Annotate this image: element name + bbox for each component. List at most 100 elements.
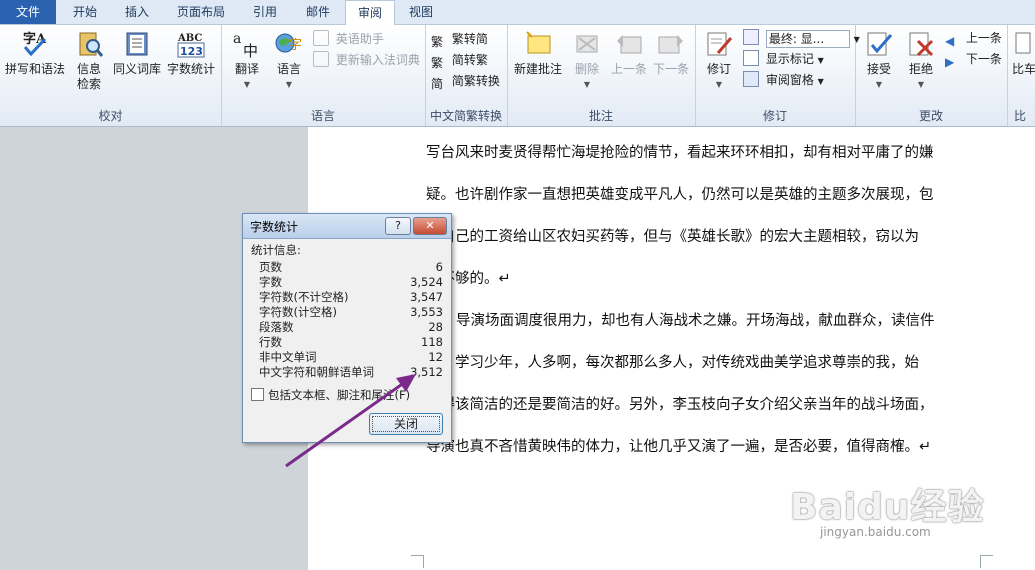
document-line: 导演也真不吝惜黄映伟的体力，让他几乎又演了一遍，是否必要，值得商榷。↵ (426, 439, 932, 455)
stat-value: 3,524 (410, 275, 443, 289)
dialog-title: 字数统计 (250, 220, 299, 234)
tab-file[interactable]: 文件 (0, 0, 56, 24)
group-label-language: 语言 (310, 109, 335, 123)
tab-mailings[interactable]: 邮件 (294, 0, 342, 24)
page-corner-mark (980, 555, 993, 568)
reject-button[interactable]: 拒绝 ▼ (901, 29, 941, 92)
word-count-button[interactable]: ABC 123 字数统计 (164, 29, 218, 77)
s2t-icon: 繁 (431, 56, 444, 70)
word-count-abc-icon: ABC 123 (177, 33, 205, 58)
thesaurus-button[interactable]: 同义词库 (110, 29, 164, 77)
help-button[interactable]: ? (385, 217, 411, 235)
spelling-check-icon: 字A (23, 31, 47, 57)
svg-text:a: a (233, 31, 241, 47)
t2s-icon: 繁 (431, 35, 444, 49)
dialog-title-bar[interactable]: 字数统计 ? ✕ (243, 214, 451, 239)
document-line: 用自己的工资给山区农妇买药等，但与《英雄长歌》的宏大主题相较，窃以为 (426, 229, 919, 245)
english-assistant-icon (313, 30, 329, 46)
new-comment-icon (526, 31, 551, 54)
group-label-compare: 比 (1014, 109, 1027, 123)
group-proofing: 字A 拼写和语法 信息 检索 同义词库 ABC 123 字数统计 校对 (0, 25, 222, 126)
english-assistant-button[interactable]: 英语助手 (313, 29, 384, 49)
ribbon: 字A 拼写和语法 信息 检索 同义词库 ABC 123 字数统计 校对 a 中 … (0, 25, 1035, 127)
reviewing-pane-icon (743, 71, 759, 87)
traditional-to-simplified-button[interactable]: 繁 繁转简 (431, 29, 488, 49)
tab-view[interactable]: 视图 (398, 0, 444, 24)
tab-home[interactable]: 开始 (60, 0, 110, 24)
group-comments: 新建批注 删除 ▼ 上一条 下一条 批注 (507, 25, 696, 126)
chinese-conversion-button[interactable]: 简 简繁转换 (431, 71, 500, 91)
stat-value: 3,512 (410, 365, 443, 379)
svg-text:ABC: ABC (177, 33, 202, 44)
svg-text:字: 字 (289, 38, 302, 53)
tab-page-layout[interactable]: 页面布局 (166, 0, 236, 24)
dropdown-arrow-icon: ▼ (715, 80, 723, 89)
close-button[interactable]: 关闭 (369, 413, 443, 435)
stat-label: 字数 (259, 275, 282, 289)
group-label-comments: 批注 (588, 109, 613, 123)
next-change-icon: ▶ (945, 55, 955, 69)
stat-label: 中文字符和朝鲜语单词 (259, 365, 374, 379)
update-dictionary-icon (313, 51, 329, 67)
research-button[interactable]: 信息 检索 (70, 29, 108, 92)
delete-comment-icon (576, 35, 598, 53)
compare-icon (1015, 32, 1031, 54)
dropdown-arrow-icon: ▼ (817, 56, 824, 65)
stat-label: 行数 (259, 335, 282, 349)
stat-label: 字符数(不计空格) (259, 290, 349, 304)
tab-references[interactable]: 引用 (240, 0, 290, 24)
document-line: 觉得该简洁的还是要简洁的好。另外，李玉枝向子女介绍父亲当年的战斗场面， (426, 397, 934, 413)
group-compare: 比车 比 (1008, 25, 1035, 126)
next-change-button[interactable]: ▶ 下一条 (945, 49, 1002, 69)
show-markup-button[interactable]: 显示标记 ▼ (743, 49, 824, 69)
previous-comment-button[interactable]: 上一条 (609, 29, 649, 77)
close-icon[interactable]: ✕ (413, 217, 447, 235)
group-label-changes: 更改 (918, 109, 943, 123)
reviewing-pane-button[interactable]: 审阅窗格 ▼ (743, 70, 824, 90)
research-book-icon (79, 32, 104, 57)
new-comment-button[interactable]: 新建批注 (509, 29, 567, 77)
svg-text:中: 中 (243, 42, 258, 59)
previous-change-button[interactable]: ◀ 上一条 (945, 28, 1002, 48)
stat-row: 行数 118 (259, 335, 443, 350)
stat-value: 28 (428, 320, 443, 334)
simplified-to-traditional-button[interactable]: 繁 简转繁 (431, 50, 488, 70)
next-comment-button[interactable]: 下一条 (651, 29, 691, 77)
track-changes-button[interactable]: 修订 ▼ (699, 29, 739, 92)
next-comment-icon (658, 35, 683, 54)
dropdown-arrow-icon: ▼ (817, 77, 824, 86)
compare-button[interactable]: 比车 (1012, 29, 1035, 77)
document-line: 年，学习少年，人多啊，每次都那么多人，对传统戏曲美学追求尊崇的我，始 (426, 355, 919, 371)
ribbon-tab-bar: 文件 开始 插入 页面布局 引用 邮件 审阅 视图 (0, 0, 1035, 26)
dropdown-arrow-icon: ▼ (917, 80, 925, 89)
group-changes: 接受 ▼ 拒绝 ▼ ◀ 上一条 ▶ 下一条 更改 (855, 25, 1008, 126)
tab-insert[interactable]: 插入 (112, 0, 162, 24)
document-line: 导演场面调度很用力，却也有人海战术之嫌。开场海战，献血群众，读信件 (456, 313, 935, 329)
previous-comment-icon (617, 35, 642, 54)
translate-icon: a 中 (233, 31, 258, 59)
document-line: 写台风来时麦贤得帮忙海堤抢险的情节，看起来环环相扣，却有相对平庸了的嫌 (426, 145, 934, 161)
delete-comment-button[interactable]: 删除 ▼ (567, 29, 607, 92)
accept-change-icon (867, 32, 893, 56)
include-textboxes-checkbox[interactable]: 包括文本框、脚注和尾注(F) (251, 387, 410, 403)
language-button[interactable]: 字 语言 ▼ (269, 29, 309, 92)
display-for-review-select[interactable]: 最终: 显... ▼ (743, 28, 860, 48)
spelling-grammar-button[interactable]: 字A 拼写和语法 (2, 29, 68, 77)
statistics-label: 统计信息: (251, 243, 301, 257)
word-count-dialog: 字数统计 ? ✕ 统计信息: 页数 6 字数 3,524 字符数(不计空格) 3… (242, 213, 452, 443)
stat-row: 字数 3,524 (259, 275, 443, 290)
dropdown-arrow-icon: ▼ (875, 80, 883, 89)
language-globe-icon: 字 (275, 33, 302, 53)
svg-text:123: 123 (180, 45, 203, 58)
page-corner-mark (411, 555, 424, 568)
accept-button[interactable]: 接受 ▼ (859, 29, 899, 92)
stat-row: 字符数(不计空格) 3,547 (259, 290, 443, 305)
checkbox-box[interactable] (251, 388, 264, 401)
stat-value: 12 (428, 350, 443, 364)
translate-button[interactable]: a 中 翻译 ▼ (227, 29, 267, 92)
stat-value: 6 (435, 260, 443, 274)
tab-review[interactable]: 审阅 (345, 0, 395, 26)
baidu-watermark: Baidu经验 (790, 487, 985, 528)
update-ime-dictionary-button[interactable]: 更新输入法词典 (313, 50, 420, 70)
dropdown-arrow-icon: ▼ (285, 80, 293, 89)
